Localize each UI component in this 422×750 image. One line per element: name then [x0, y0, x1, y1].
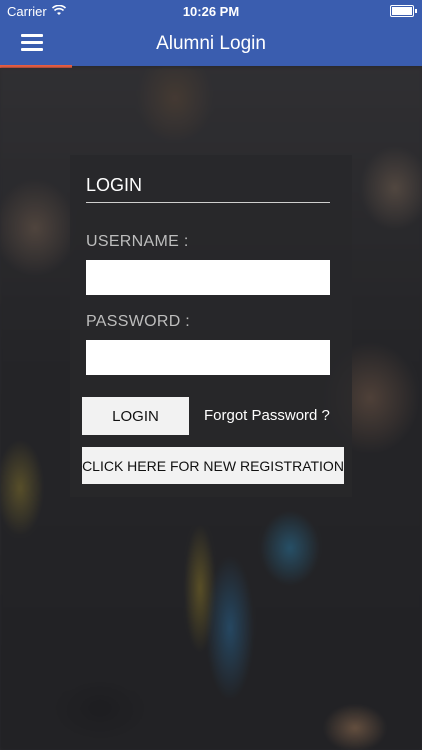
login-button[interactable]: LOGIN — [82, 397, 189, 435]
password-input[interactable] — [86, 340, 330, 375]
nav-bar: Alumni Login — [0, 22, 422, 66]
status-time: 10:26 PM — [182, 4, 240, 19]
login-heading: LOGIN — [86, 175, 143, 195]
login-panel: LOGIN USERNAME : PASSWORD : LOGIN Forgot… — [70, 155, 352, 497]
battery-icon — [390, 5, 417, 17]
forgot-password-link[interactable]: Forgot Password ? — [204, 407, 330, 424]
password-label: PASSWORD : — [86, 313, 191, 330]
username-input[interactable] — [86, 260, 330, 295]
username-label: USERNAME : — [86, 233, 189, 250]
status-bar: Carrier 10:26 PM — [0, 0, 422, 22]
page-title: Alumni Login — [156, 33, 266, 54]
new-registration-button[interactable]: CLICK HERE FOR NEW REGISTRATION — [82, 447, 344, 484]
heading-divider — [86, 202, 330, 203]
